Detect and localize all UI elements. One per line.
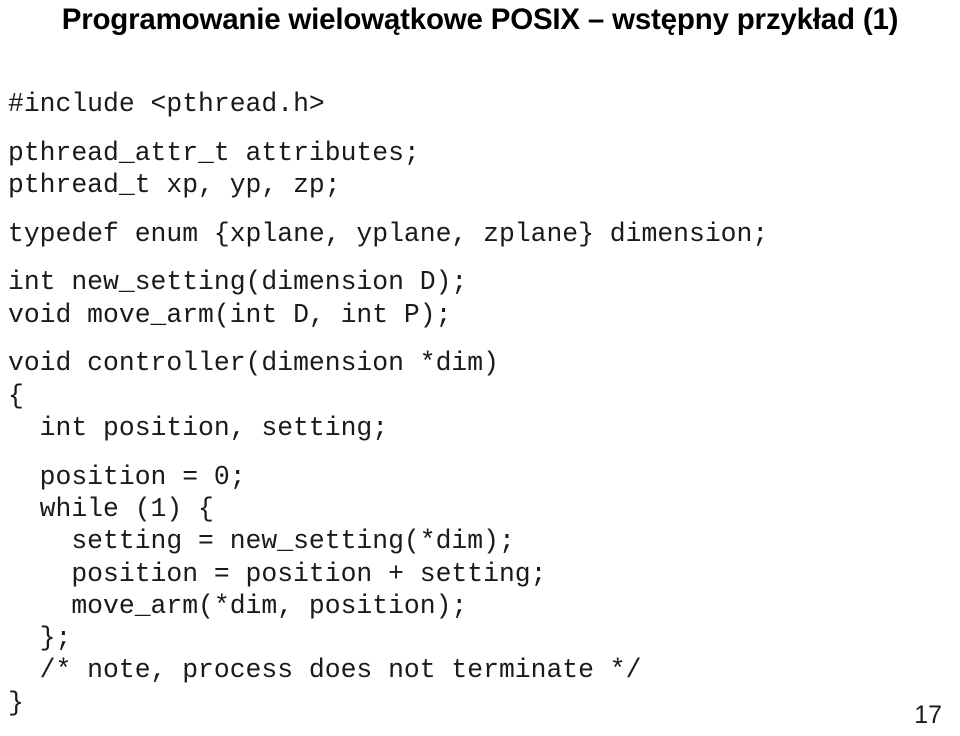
code-line: while (1) { — [8, 493, 214, 524]
code-line: position = 0; — [8, 461, 246, 492]
code-line: move_arm(*dim, position); — [8, 590, 468, 621]
code-line: } — [8, 687, 24, 718]
code-line: typedef enum {xplane, yplane, zplane} di… — [8, 218, 769, 249]
page-number: 17 — [914, 701, 942, 729]
code-line: #include <pthread.h> — [8, 89, 325, 119]
code-line: /* note, process does not terminate */ — [8, 655, 642, 686]
code-line: void controller(dimension *dim) — [8, 348, 499, 379]
code-line: position = position + setting; — [8, 558, 547, 589]
page-title: Programowanie wielowątkowe POSIX – wstęp… — [61, 3, 899, 36]
code-line: pthread_t xp, yp, zp; — [8, 169, 341, 200]
slide: Programowanie wielowątkowe POSIX – wstęp… — [0, 0, 960, 736]
code-line: pthread_attr_t attributes; — [8, 137, 420, 168]
code-line: int position, setting; — [8, 412, 389, 443]
code-line: { — [8, 380, 24, 411]
code-line: setting = new_setting(*dim); — [8, 526, 515, 557]
code-block: #include <pthread.h> pthread_attr_t attr… — [8, 88, 952, 719]
code-line: }; — [8, 623, 72, 654]
code-line: void move_arm(int D, int P); — [8, 299, 452, 330]
code-line: int new_setting(dimension D); — [8, 267, 468, 298]
